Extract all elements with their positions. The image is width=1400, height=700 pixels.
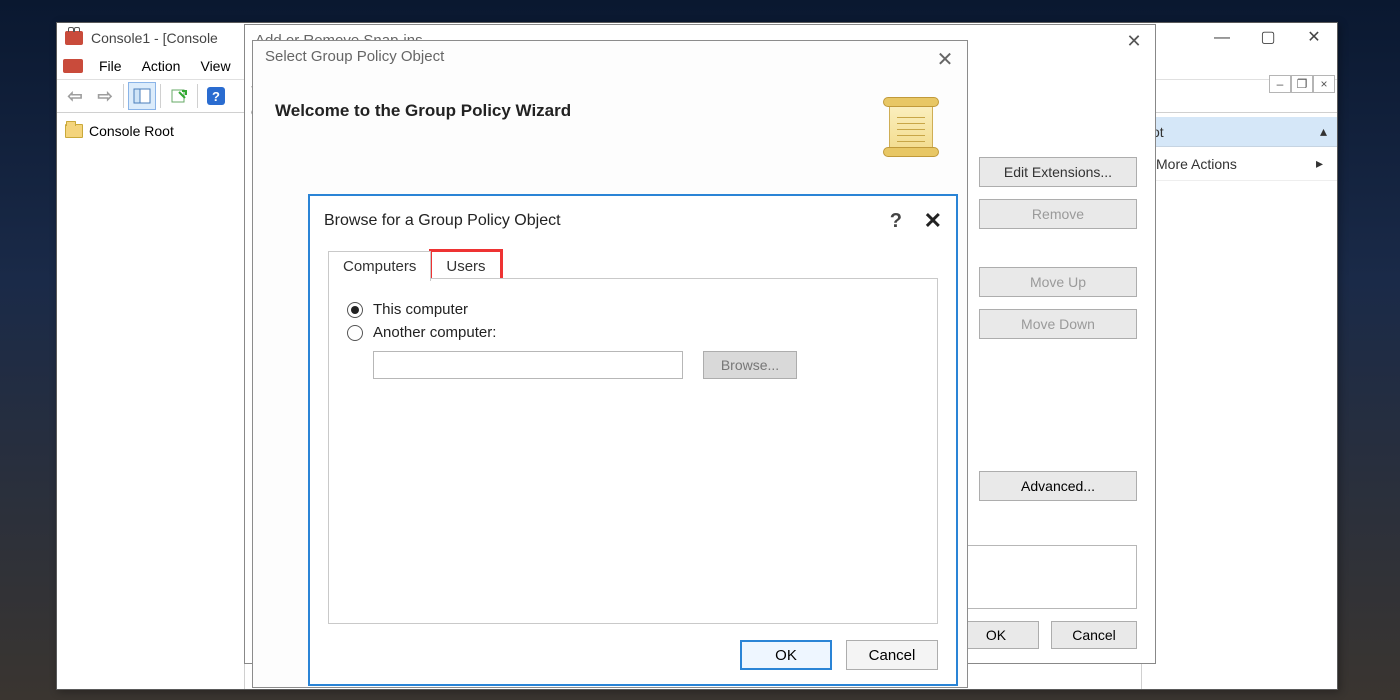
actions-more-label: More Actions [1156,156,1237,172]
radio-another-computer[interactable] [347,325,363,341]
console-doc-icon [63,59,83,73]
remove-button[interactable]: Remove [979,199,1137,229]
menu-view[interactable]: View [190,55,240,77]
menu-action[interactable]: Action [132,55,191,77]
browse-gpo-dialog: Browse for a Group Policy Object ? ✕ Com… [308,194,958,686]
tab-users[interactable]: Users [431,251,500,281]
show-tree-button[interactable] [128,82,156,110]
console-tree-pane[interactable]: Console Root [57,117,245,689]
export-list-button[interactable] [165,82,193,110]
browse-computer-button[interactable]: Browse... [703,351,797,379]
menu-file[interactable]: File [89,55,132,77]
move-down-button[interactable]: Move Down [979,309,1137,339]
advanced-button[interactable]: Advanced... [979,471,1137,501]
move-up-button[interactable]: Move Up [979,267,1137,297]
tab-panel-computers: This computer Another computer: Browse..… [328,278,938,624]
radio-this-computer-row[interactable]: This computer [347,301,919,318]
maximize-button[interactable]: ▢ [1245,23,1291,53]
collapse-icon[interactable]: ▴ [1320,123,1327,140]
mdi-window-controls: – ❐ × [1269,75,1335,95]
toolbar-separator [123,84,124,108]
radio-this-computer[interactable] [347,302,363,318]
nav-forward-button[interactable]: ⇨ [91,82,119,110]
minimize-button[interactable]: ― [1199,23,1245,53]
browse-tabs: Computers Users [328,250,501,280]
mdi-restore-button[interactable]: ❐ [1291,75,1313,93]
browse-ok-button[interactable]: OK [740,640,832,670]
folder-icon [65,124,83,138]
tab-computers[interactable]: Computers [328,251,431,281]
snapins-side-buttons: Edit Extensions... Remove Move Up Move D… [979,157,1137,339]
tree-node-console-root[interactable]: Console Root [61,121,240,141]
dialog-close-button[interactable]: ✕ [924,208,942,234]
chevron-right-icon: ▸ [1316,155,1323,172]
wizard-close-button[interactable]: ✕ [931,47,959,71]
mdi-close-button[interactable]: × [1313,75,1335,93]
nav-back-button[interactable]: ⇦ [61,82,89,110]
radio-another-computer-label: Another computer: [373,324,496,341]
mdi-minimize-button[interactable]: – [1269,75,1291,93]
snapins-cancel-button[interactable]: Cancel [1051,621,1137,649]
another-computer-input[interactable] [373,351,683,379]
toolbar-separator [197,84,198,108]
actions-pane-header[interactable]: ot ▴ [1142,117,1337,147]
toolbar-separator [160,84,161,108]
actions-more-actions[interactable]: More Actions ▸ [1142,147,1337,181]
console-title-text: Console1 - [Console [91,23,218,53]
browse-cancel-button[interactable]: Cancel [846,640,938,670]
radio-another-computer-row[interactable]: Another computer: [347,324,919,341]
dialog-help-button[interactable]: ? [890,210,902,233]
radio-this-computer-label: This computer [373,301,468,318]
wizard-banner: Welcome to the Group Policy Wizard [275,101,571,121]
browse-dialog-title: Browse for a Group Policy Object [324,212,561,230]
tree-node-label: Console Root [89,123,174,139]
actions-pane: ot ▴ More Actions ▸ [1141,117,1337,689]
console-app-icon [65,31,83,45]
help-button[interactable]: ? [202,82,230,110]
close-button[interactable]: ✕ [1291,23,1337,53]
scroll-icon [883,97,939,157]
wizard-title[interactable]: Select Group Policy Object [253,41,967,71]
edit-extensions-button[interactable]: Edit Extensions... [979,157,1137,187]
snapins-close-button[interactable]: ✕ [1119,29,1149,53]
